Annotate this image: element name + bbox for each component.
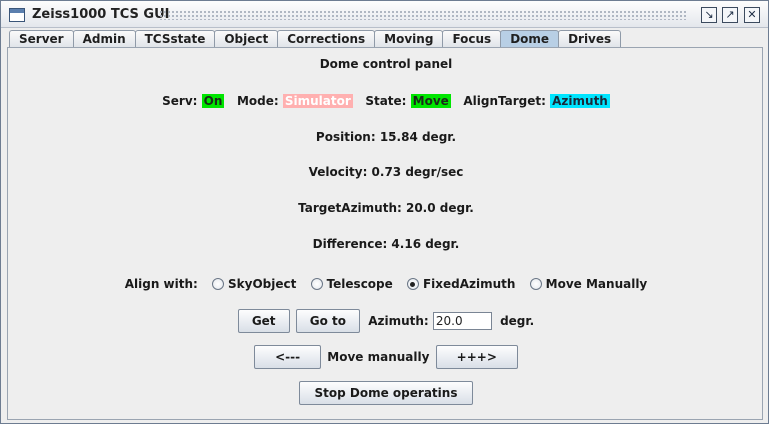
move-left-button[interactable]: <---: [254, 345, 322, 369]
title-bar-grip: [159, 10, 688, 20]
position-readout: Position: 15.84 degr.: [315, 130, 457, 144]
goto-button[interactable]: Go to: [295, 309, 360, 333]
serv-label: Serv:: [162, 94, 198, 108]
tab-moving[interactable]: Moving: [374, 30, 444, 48]
tab-strip: Server Admin TCSstate Object Corrections…: [9, 30, 622, 48]
dome-panel: Dome control panel Serv: On Mode: Simula…: [7, 47, 763, 420]
window-icon: [9, 8, 25, 22]
radio-fixedazimuth[interactable]: FixedAzimuth: [406, 277, 515, 291]
azimuth-label: Azimuth:: [368, 314, 429, 328]
radio-skyobject[interactable]: SkyObject: [212, 277, 296, 291]
radio-circle-icon[interactable]: [529, 278, 542, 290]
app-window: Zeiss1000 TCS GUI ↘ ↗ ✕ Server Admin TCS…: [0, 0, 769, 424]
align-with-group: Align with: SkyObject Telescope FixedAzi…: [8, 277, 764, 291]
tab-focus[interactable]: Focus: [442, 30, 502, 48]
azimuth-unit: degr.: [500, 314, 535, 328]
mode-status-badge: Simulator: [282, 94, 353, 108]
mode-label: Mode:: [236, 94, 279, 108]
tab-corrections[interactable]: Corrections: [277, 30, 376, 48]
align-target-badge: Azimuth: [550, 94, 610, 108]
serv-status-badge: On: [201, 94, 225, 108]
minimize-icon[interactable]: ↘: [701, 7, 717, 23]
target-azimuth-readout: TargetAzimuth: 20.0 degr.: [298, 201, 474, 215]
align-target-label: AlignTarget:: [463, 94, 546, 108]
state-label: State:: [365, 94, 407, 108]
azimuth-input[interactable]: 20.0: [432, 312, 492, 330]
difference-readout: Difference: 4.16 degr.: [312, 237, 460, 251]
tab-admin[interactable]: Admin: [72, 30, 136, 48]
move-right-button[interactable]: +++>: [435, 345, 518, 369]
radio-circle-icon[interactable]: [310, 278, 323, 290]
tab-dome[interactable]: Dome: [500, 30, 560, 48]
tab-drives[interactable]: Drives: [558, 30, 622, 48]
stop-row: Stop Dome operatins: [8, 381, 764, 405]
radio-telescope[interactable]: Telescope: [310, 277, 393, 291]
close-icon[interactable]: ✕: [744, 7, 760, 23]
align-with-label: Align with:: [124, 277, 198, 291]
radio-selected-icon[interactable]: [406, 278, 419, 290]
title-bar[interactable]: Zeiss1000 TCS GUI ↘ ↗ ✕: [1, 1, 768, 28]
stop-dome-button[interactable]: Stop Dome operatins: [298, 381, 474, 405]
get-button[interactable]: Get: [237, 309, 290, 333]
tab-object[interactable]: Object: [214, 30, 279, 48]
radio-circle-icon[interactable]: [212, 278, 225, 290]
radio-move-manually[interactable]: Move Manually: [529, 277, 647, 291]
manual-row: <--- Move manually +++>: [8, 345, 764, 369]
state-status-badge: Move: [410, 94, 451, 108]
window-title: Zeiss1000 TCS GUI: [32, 7, 170, 22]
tab-tcsstate[interactable]: TCSstate: [134, 30, 216, 48]
panel-title: Dome control panel: [319, 57, 453, 71]
velocity-readout: Velocity: 0.73 degr/sec: [308, 165, 464, 179]
status-row: Serv: On Mode: Simulator State: Move Ali…: [8, 94, 764, 108]
move-manually-label: Move manually: [327, 350, 430, 364]
goto-row: Get Go to Azimuth: 20.0 degr.: [8, 309, 764, 333]
maximize-icon[interactable]: ↗: [722, 7, 738, 23]
tab-server[interactable]: Server: [9, 30, 74, 48]
